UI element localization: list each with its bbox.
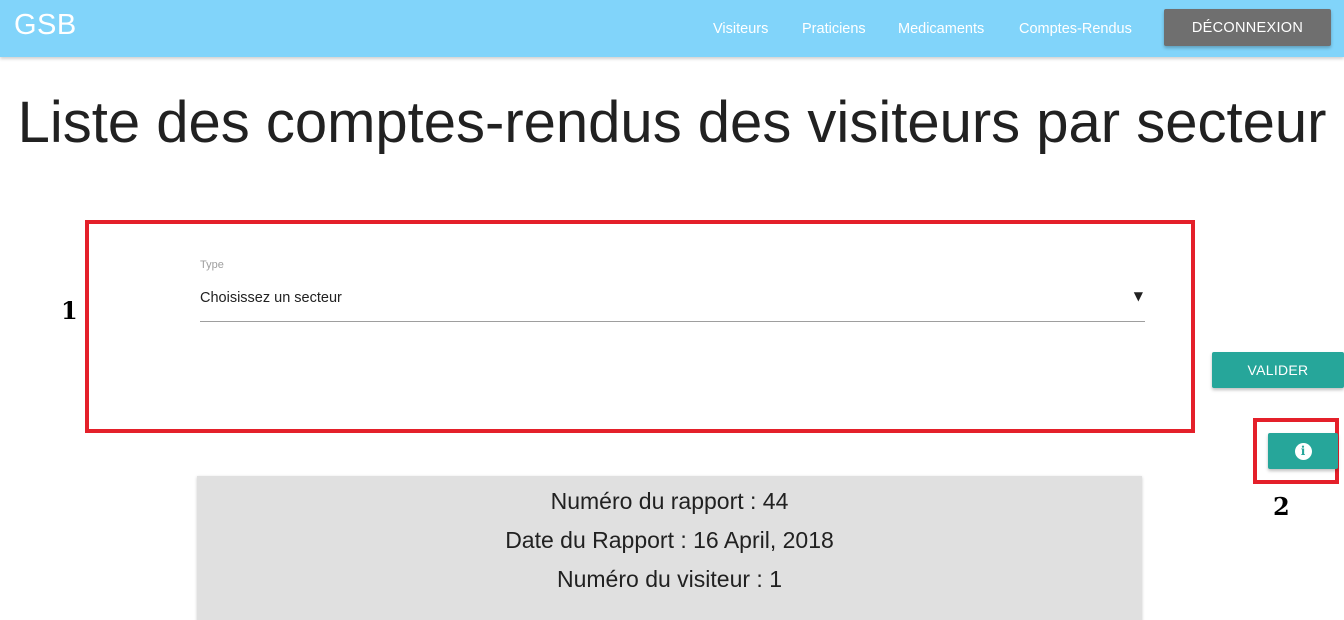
sector-select[interactable]: Choisissez un secteur ▼: [200, 285, 1145, 322]
report-number: Numéro du rapport : 44: [550, 488, 789, 514]
annotation-box-1: [85, 220, 1195, 433]
page: GSB Visiteurs Praticiens Medicaments Com…: [0, 0, 1344, 620]
nav-link-praticiens[interactable]: Praticiens: [802, 0, 866, 57]
type-label: Type: [200, 259, 224, 271]
nav-link-medicaments[interactable]: Medicaments: [898, 0, 984, 57]
report-date: Date du Rapport : 16 April, 2018: [505, 527, 834, 553]
annotation-label-1: 1: [61, 296, 78, 325]
info-icon: i: [1294, 442, 1312, 460]
navbar: GSB Visiteurs Praticiens Medicaments Com…: [0, 0, 1344, 57]
brand-logo[interactable]: GSB: [14, 9, 77, 42]
valider-button[interactable]: VALIDER: [1212, 352, 1344, 388]
caret-down-icon: ▼: [1133, 289, 1143, 303]
page-title: Liste des comptes-rendus des visiteurs p…: [17, 90, 1327, 155]
visitor-number: Numéro du visiteur : 1: [557, 566, 782, 592]
report-card: Numéro du rapport : 44 Date du Rapport :…: [197, 476, 1142, 620]
sector-select-value: Choisissez un secteur: [200, 290, 342, 306]
annotation-label-2: 2: [1273, 492, 1290, 521]
nav-link-comptes-rendus[interactable]: Comptes-Rendus: [1019, 0, 1132, 57]
logout-button[interactable]: DÉCONNEXION: [1164, 9, 1331, 46]
nav-link-visiteurs[interactable]: Visiteurs: [713, 0, 768, 57]
info-button[interactable]: i: [1268, 433, 1338, 469]
